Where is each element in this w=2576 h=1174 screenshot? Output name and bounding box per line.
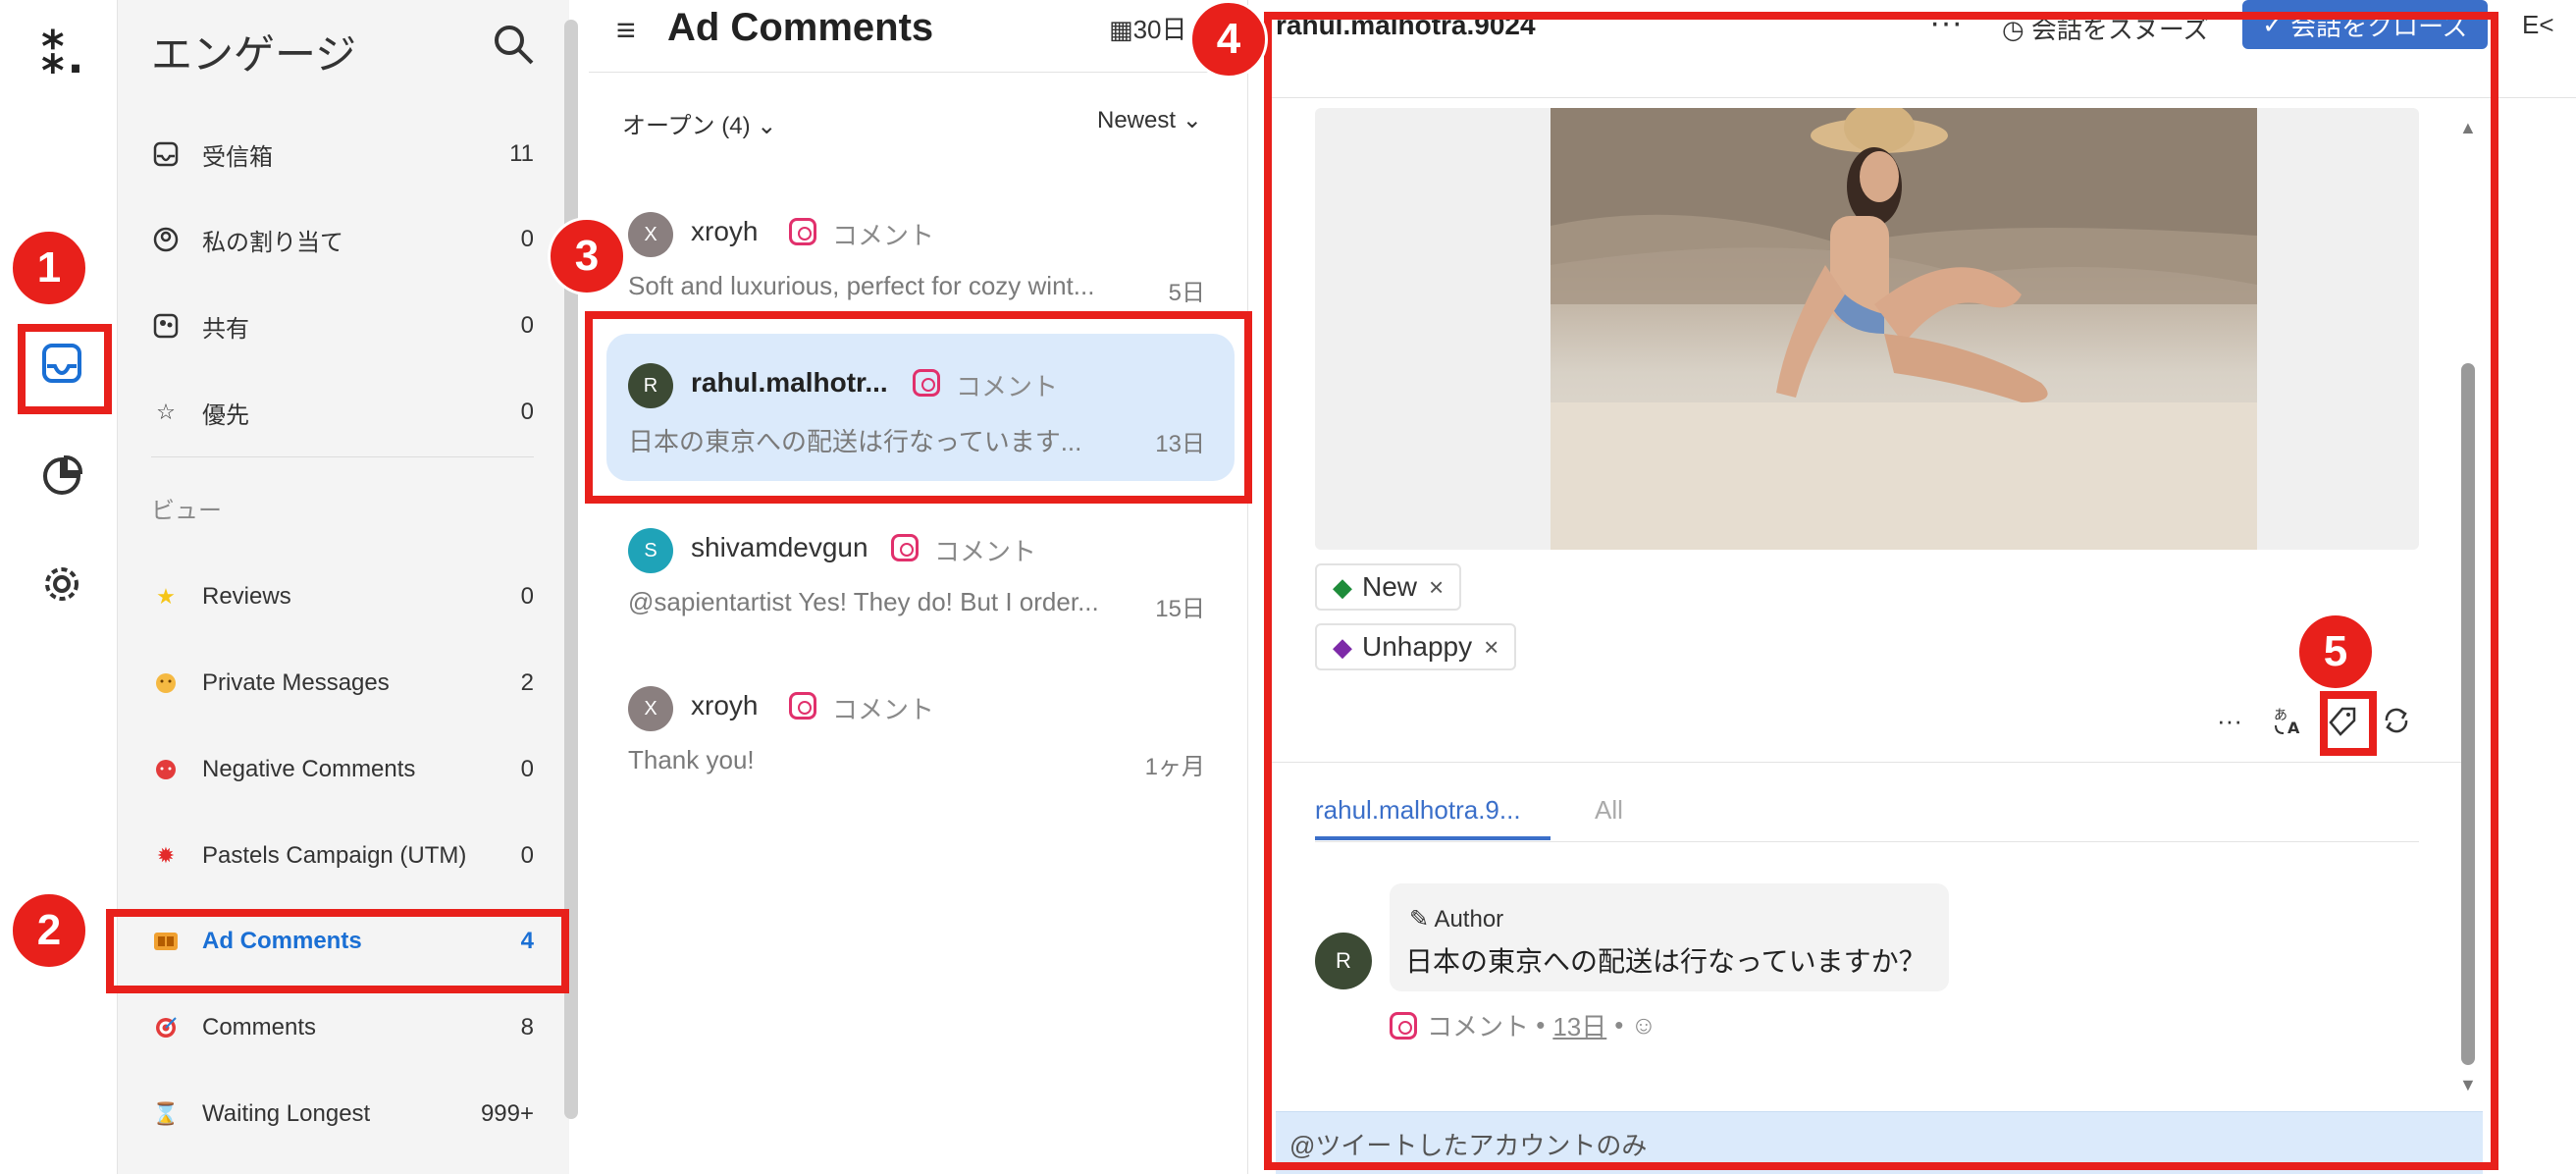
sidebar-item-count: 999+ <box>480 1100 534 1127</box>
star-emoji-icon: ★ <box>156 584 176 609</box>
face-emoji-icon <box>151 668 181 698</box>
list-header: ≡ Ad Comments ▦30日 <box>589 0 1248 73</box>
app-logo: ⁑. <box>39 23 83 84</box>
views-section-label: ビュー <box>151 498 222 524</box>
sidebar-divider <box>151 456 534 457</box>
sort-label: Newest <box>1097 107 1177 133</box>
sidebar-item-label: Reviews <box>202 583 291 610</box>
instagram-icon <box>789 218 816 245</box>
annotation-box-1 <box>18 324 112 414</box>
date-filter-button[interactable]: ▦30日 <box>1109 10 1187 46</box>
conversation-type: コメント <box>934 537 1037 566</box>
settings-gear-icon[interactable] <box>37 560 86 609</box>
angry-emoji-icon <box>151 755 181 784</box>
inbox-icon <box>151 139 181 169</box>
conversation-age: 1ヶ月 <box>1144 754 1205 780</box>
chevron-down-icon: ⌄ <box>1182 107 1202 133</box>
annotation-badge-2: 2 <box>10 891 88 970</box>
sidebar-item-shared[interactable]: 共有 0 <box>151 296 534 355</box>
icon-rail: ⁑. <box>0 0 118 1174</box>
annotation-badge-3: 3 <box>548 217 626 295</box>
instagram-icon <box>789 692 816 720</box>
conversation-item[interactable]: X xroyh コメント Thank you! 1ヶ月 <box>606 657 1235 804</box>
chevron-down-icon: ⌄ <box>757 113 777 139</box>
sidebar-item-my-assignments[interactable]: 私の割り当て 0 <box>151 210 534 269</box>
search-icon[interactable] <box>491 22 536 67</box>
sidebar-item-label: 私の割り当て <box>202 229 343 256</box>
status-filter-dropdown[interactable]: オープン (4) ⌄ <box>622 106 776 140</box>
avatar: X <box>628 686 673 731</box>
date-filter-label: 30日 <box>1132 15 1187 44</box>
conversation-list: ≡ Ad Comments ▦30日 オープン (4) ⌄ Newest ⌄ X… <box>589 0 1248 1174</box>
conversation-preview: Soft and luxurious, perfect for cozy win… <box>628 271 1095 300</box>
sidebar-item-pastels-campaign[interactable]: ✹ Pastels Campaign (UTM) 0 <box>151 827 534 885</box>
conversation-age: 5日 <box>1168 280 1205 306</box>
maple-leaf-icon: ✹ <box>156 843 176 868</box>
target-emoji-icon <box>151 1013 181 1042</box>
conversation-type: コメント <box>832 221 935 250</box>
sidebar-item-label: Negative Comments <box>202 756 416 782</box>
sidebar-item-label: 受信箱 <box>202 143 273 171</box>
sidebar-item-label: 共有 <box>202 315 249 343</box>
calendar-icon: ▦ <box>1109 15 1133 44</box>
sidebar-item-count: 0 <box>520 312 534 339</box>
sidebar-item-label: Waiting Longest <box>202 1100 371 1127</box>
sidebar-item-negative-comments[interactable]: Negative Comments 0 <box>151 740 534 799</box>
annotation-badge-4: 4 <box>1189 0 1268 79</box>
sidebar-item-count: 0 <box>520 842 534 869</box>
list-title: Ad Comments <box>667 6 934 49</box>
annotation-box-3 <box>585 311 1252 504</box>
sidebar-item-count: 2 <box>520 669 534 696</box>
annotation-box-5 <box>2320 691 2377 756</box>
annotation-badge-1: 1 <box>10 229 88 307</box>
sort-dropdown[interactable]: Newest ⌄ <box>1097 106 1202 134</box>
sidebar-item-inbox[interactable]: 受信箱 11 <box>151 125 534 184</box>
annotation-badge-5: 5 <box>2296 613 2375 691</box>
annotation-box-2 <box>106 909 569 993</box>
sidebar-item-count: 0 <box>520 226 534 252</box>
sidebar-item-label: Pastels Campaign (UTM) <box>202 842 467 869</box>
annotation-box-4 <box>1264 12 2498 1170</box>
sidebar-item-count: 0 <box>520 583 534 610</box>
sidebar-item-priority[interactable]: ☆ 優先 0 <box>151 383 534 442</box>
avatar: X <box>628 212 673 257</box>
sidebar-item-count: 0 <box>520 756 534 782</box>
star-icon: ☆ <box>156 400 176 424</box>
sidebar-item-reviews[interactable]: ★ Reviews 0 <box>151 567 534 626</box>
sidebar-item-label: Comments <box>202 1014 317 1041</box>
conversation-preview: @sapientartist Yes! They do! But I order… <box>628 587 1099 616</box>
hourglass-icon: ⌛ <box>152 1101 180 1126</box>
user-circle-icon <box>151 225 181 254</box>
conversation-item[interactable]: X xroyh コメント Soft and luxurious, perfect… <box>606 183 1235 330</box>
avatar: S <box>628 528 673 573</box>
sidebar-item-count: 8 <box>520 1014 534 1041</box>
conversation-type: コメント <box>832 695 935 724</box>
sidebar-item-label: Private Messages <box>202 669 390 696</box>
sidebar-item-waiting-longest[interactable]: ⌛ Waiting Longest 999+ <box>151 1085 534 1144</box>
status-filter-label: オープン (4) <box>622 113 751 139</box>
menu-icon[interactable]: ≡ <box>616 12 636 50</box>
conversation-age: 15日 <box>1155 596 1205 622</box>
shared-icon <box>151 311 181 341</box>
sidebar-item-private-messages[interactable]: Private Messages 2 <box>151 654 534 713</box>
sidebar-item-label: 優先 <box>202 401 249 429</box>
conversation-preview: Thank you! <box>628 745 755 774</box>
sidebar-item-comments[interactable]: Comments 8 <box>151 998 534 1057</box>
sidebar-item-count: 0 <box>520 399 534 425</box>
reports-pie-icon[interactable] <box>37 452 86 501</box>
sidebar-title: エンゲージ <box>151 31 357 78</box>
conversation-name: xroyh <box>691 690 759 720</box>
conversation-name: shivamdevgun <box>691 532 868 562</box>
sidebar: エンゲージ 受信箱 11 私の割り当て 0 共有 0 ☆ 優先 0 ビュー ★ … <box>118 0 569 1174</box>
conversation-item[interactable]: S shivamdevgun コメント @sapientartist Yes! … <box>606 499 1235 646</box>
collapse-panel-icon[interactable]: E< <box>2522 10 2554 40</box>
instagram-icon <box>891 534 919 561</box>
sidebar-item-count: 11 <box>509 140 534 167</box>
conversation-name: xroyh <box>691 216 759 246</box>
